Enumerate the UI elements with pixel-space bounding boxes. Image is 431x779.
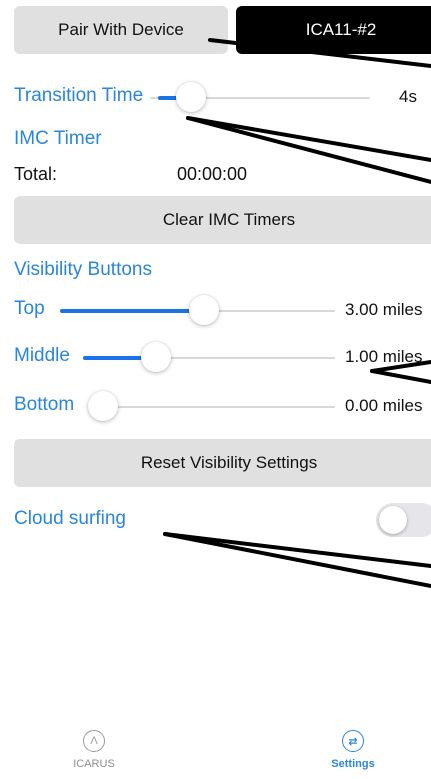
swap-arrows-circle-icon: ⇄ [342, 730, 364, 752]
cloud-surfing-toggle-thumb [379, 506, 407, 534]
annotation-lines [163, 38, 431, 588]
transition-time-slider-knob[interactable] [176, 82, 206, 112]
reset-visibility-settings-button[interactable]: Reset Visibility Settings [14, 439, 431, 487]
transition-time-value: 4s [399, 87, 417, 106]
tab-settings[interactable]: ⇄ Settings [318, 730, 388, 770]
imc-timer-heading: IMC Timer [14, 128, 102, 149]
clear-imc-timers-button[interactable]: Clear IMC Timers [14, 196, 431, 244]
device-button[interactable]: ICA11-#2 [236, 6, 431, 54]
cloud-surfing-toggle[interactable] [376, 503, 431, 537]
annotation-line-6 [163, 532, 431, 568]
visibility-top-label: Top [14, 298, 45, 319]
visibility-middle-slider-knob[interactable] [141, 342, 171, 372]
chevron-up-circle-icon: Λ [83, 730, 105, 752]
visibility-top-value: 3.00 miles [345, 300, 423, 319]
visibility-bottom-label: Bottom [14, 394, 75, 415]
visibility-top-slider-knob[interactable] [189, 295, 219, 325]
total-value: 00:00:00 [177, 164, 248, 184]
visibility-top-fill [60, 309, 206, 313]
tab-settings-label: Settings [331, 758, 375, 770]
tab-icarus-label: ICARUS [73, 758, 115, 770]
annotation-line-5 [370, 369, 431, 384]
visibility-middle-value: 1.00 miles [345, 347, 423, 366]
visibility-bottom-slider-knob[interactable] [88, 391, 118, 421]
visibility-middle-label: Middle [14, 345, 70, 366]
visibility-bottom-value: 0.00 miles [345, 396, 423, 415]
annotation-line-7 [163, 532, 431, 588]
visibility-buttons-heading: Visibility Buttons [14, 259, 152, 280]
total-label: Total: [14, 164, 58, 184]
cloud-surfing-label: Cloud surfing [14, 508, 126, 529]
visibility-bottom-track [92, 406, 335, 408]
tab-icarus[interactable]: Λ ICARUS [64, 730, 124, 770]
annotation-line-2 [186, 116, 431, 162]
pair-with-device-button[interactable]: Pair With Device [14, 6, 228, 54]
transition-time-label: Transition Time [14, 85, 144, 106]
